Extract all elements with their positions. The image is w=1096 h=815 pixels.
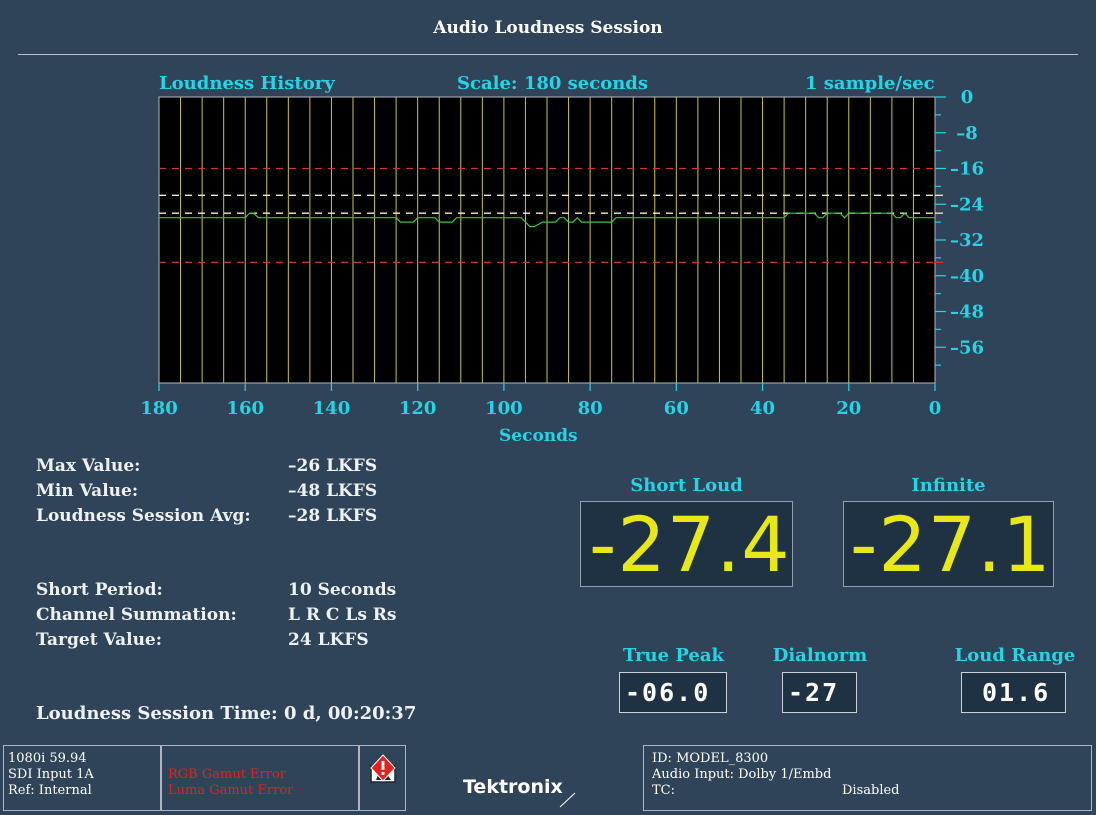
timecode-value: Disabled: [842, 783, 900, 798]
x-axis-title: Seconds: [499, 426, 578, 446]
y-tick-label: –40: [950, 266, 984, 287]
y-tick-label: 0: [961, 87, 974, 108]
target-value: 24 LKFS: [288, 630, 369, 650]
reference-source: Ref: Internal: [8, 783, 92, 798]
true-peak-meter: -06.0: [619, 672, 727, 713]
max-value: –26 LKFS: [288, 456, 378, 476]
y-tick-label: –48: [950, 302, 984, 323]
device-id: ID: MODEL_8300: [652, 751, 769, 766]
dialnorm-meter: -27: [782, 672, 857, 713]
x-tick-label: 100: [485, 398, 523, 419]
short-loud-label: Short Loud: [630, 475, 743, 496]
timecode-label: TC:: [652, 783, 675, 798]
session-avg-label: Loudness Session Avg:: [36, 506, 251, 526]
loudness-history-chart: 180 160 140 120 100 80 60 40 20 0 0 –8 –16 –24 –32 –40…: [140, 87, 984, 419]
session-time-label: Loudness Session Time:: [36, 703, 278, 724]
channel-summation-value: L R C Ls Rs: [288, 605, 397, 625]
infinite-meter: -27.1: [843, 501, 1054, 587]
dialnorm-label: Dialnorm: [772, 645, 868, 666]
x-tick-label: 20: [836, 398, 861, 419]
max-value-label: Max Value:: [36, 456, 141, 476]
short-loud-value: -27.4: [589, 500, 791, 589]
alarm-cell[interactable]: [359, 745, 406, 811]
true-peak-value: -06.0: [625, 678, 711, 707]
audio-input: Audio Input: Dolby 1/Embd: [652, 767, 832, 782]
error-status-cell: RGB Gamut Error Luma Gamut Error: [161, 745, 359, 811]
video-format: 1080i 59.94: [8, 751, 87, 766]
x-tick-label: 120: [399, 398, 437, 419]
x-tick-label: 0: [929, 398, 942, 419]
target-value-label: Target Value:: [36, 630, 163, 650]
session-avg-value: –28 LKFS: [288, 506, 378, 526]
y-tick-label: –16: [950, 159, 984, 180]
min-value: –48 LKFS: [288, 481, 378, 501]
dialnorm-value: -27: [788, 678, 840, 707]
min-value-label: Min Value:: [36, 481, 139, 501]
short-period-value: 10 Seconds: [288, 580, 397, 600]
infinite-value: -27.1: [850, 500, 1052, 589]
y-tick-label: –32: [950, 230, 984, 251]
true-peak-label: True Peak: [622, 645, 724, 666]
loud-range-value: 01.6: [982, 678, 1051, 707]
x-tick-label: 160: [226, 398, 264, 419]
luma-gamut-error: Luma Gamut Error: [168, 783, 294, 798]
x-tick-label: 180: [140, 398, 178, 419]
device-info-cell: ID: MODEL_8300 Audio Input: Dolby 1/Embd…: [643, 745, 1092, 811]
short-period-label: Short Period:: [36, 580, 163, 600]
input-source: SDI Input 1A: [8, 767, 94, 782]
y-tick-label: –56: [950, 337, 984, 358]
y-tick-label: –24: [950, 194, 984, 215]
x-tick-label: 40: [750, 398, 775, 419]
session-time-value: 0 d, 00:20:37: [284, 703, 417, 724]
signal-info-cell: 1080i 59.94 SDI Input 1A Ref: Internal: [3, 745, 161, 811]
loud-range-label: Loud Range: [954, 645, 1076, 666]
infinite-label: Infinite: [911, 475, 986, 496]
timecode-row: TC: Disabled: [652, 783, 1091, 799]
channel-summation-label: Channel Summation:: [36, 605, 237, 625]
tektronix-logo: Tektronix: [463, 776, 563, 798]
x-tick-label: 140: [313, 398, 351, 419]
rgb-gamut-error: RGB Gamut Error: [168, 767, 287, 782]
x-tick-label: 60: [664, 398, 689, 419]
loud-range-meter: 01.6: [961, 672, 1066, 713]
short-loud-meter: -27.4: [580, 501, 793, 587]
y-tick-label: –8: [956, 123, 978, 144]
x-tick-label: 80: [578, 398, 603, 419]
alarm-warning-icon[interactable]: [368, 754, 398, 784]
logo-swoosh-icon: [559, 792, 576, 808]
